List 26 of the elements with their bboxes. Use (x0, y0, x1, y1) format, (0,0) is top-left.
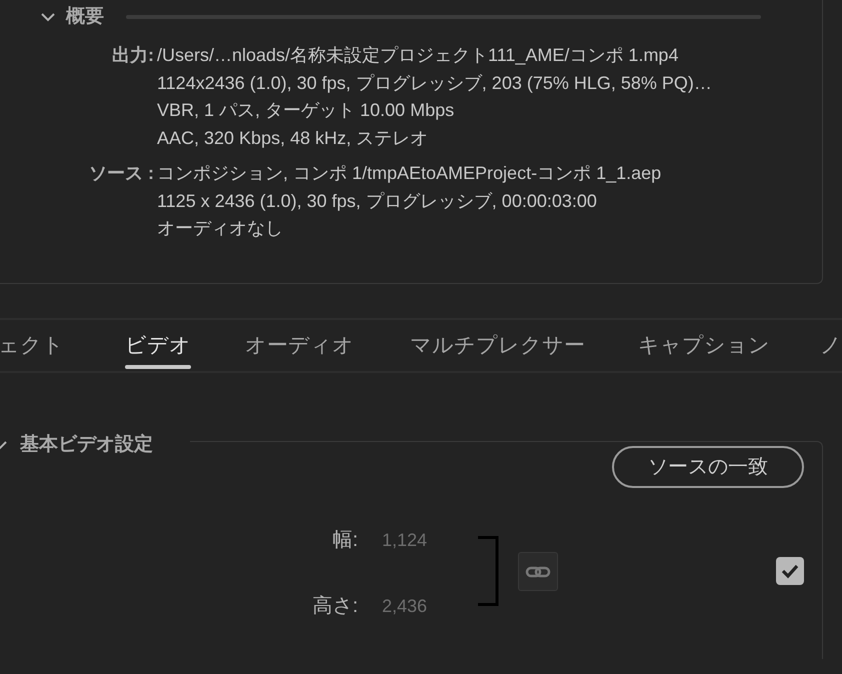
summary-text: コンポジション, コンポ 1/tmpAEtoAMEProject-コンポ 1_1.aep (157, 162, 662, 185)
tab[interactable]: ノ (820, 320, 842, 371)
link-icon (525, 564, 551, 578)
link-button[interactable] (518, 552, 558, 591)
chevron-icon[interactable] (40, 12, 56, 22)
field-label: 出力: (111, 44, 155, 67)
tab[interactable]: マルチプレクサー (410, 320, 585, 371)
summary-text: AAC, 320 Kbps, 48 kHz, ステレオ (157, 126, 430, 150)
check-icon (781, 563, 799, 579)
bracket-icon (478, 536, 500, 606)
match-source-button[interactable]: ソースの一致 (612, 446, 804, 488)
summary-text: /Users/…nloads/名称未設定プロジェクト111_AME/コンポ 1.mp4 (157, 44, 680, 67)
field-label: ソース : (88, 162, 155, 185)
summary-text: VBR, 1 パス, ターゲット 10.00 Mbps (157, 99, 456, 122)
summary-text: 1125 x 2436 (1.0), 30 fps, プログレッシブ, 00:00:03:00 (157, 190, 598, 213)
summary-text: オーディオなし (157, 217, 284, 240)
section-title: 基本ビデオ設定 (20, 432, 153, 457)
summary-text: 1124x2436 (1.0), 30 fps, プログレッシブ, 203 (75% HLG, 58% PQ)… (157, 72, 712, 95)
checkbox[interactable] (776, 557, 804, 585)
tab[interactable]: キャプション (638, 320, 770, 371)
field-label: 幅: (331, 528, 358, 553)
tab[interactable]: オーディオ (245, 320, 354, 371)
tab[interactable]: ェクト (0, 320, 64, 371)
field-label: 高さ: (311, 594, 358, 619)
tab[interactable]: ビデオ (125, 320, 191, 371)
section-title: 概要 (66, 4, 104, 29)
